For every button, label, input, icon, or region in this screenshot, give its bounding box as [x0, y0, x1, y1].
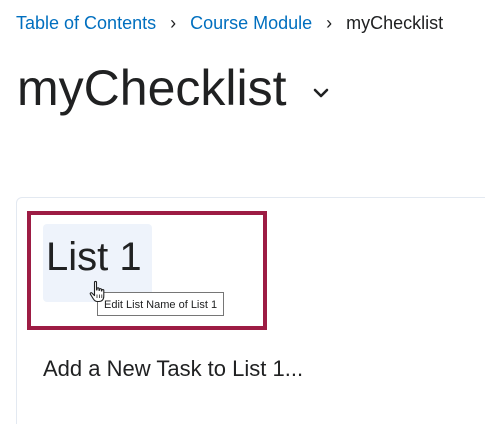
breadcrumb-current: myChecklist — [346, 13, 444, 33]
breadcrumb-separator-icon: › — [326, 13, 333, 33]
breadcrumb-course-module[interactable]: Course Module — [190, 13, 312, 34]
breadcrumb: Table of Contents › Course Module › myCh… — [16, 13, 443, 34]
add-task-link[interactable]: Add a New Task to List 1... — [43, 354, 303, 384]
chevron-down-icon[interactable] — [312, 84, 330, 102]
checklist-page: Table of Contents › Course Module › myCh… — [0, 0, 485, 424]
breadcrumb-separator-icon: › — [170, 13, 177, 33]
page-title: myChecklist — [17, 60, 287, 116]
tooltip: Edit List Name of List 1 — [97, 292, 225, 316]
breadcrumb-table-of-contents[interactable]: Table of Contents — [16, 13, 156, 34]
title-row: myChecklist — [17, 54, 330, 122]
hand-pointer-icon — [88, 280, 108, 304]
list-name: List 1 — [46, 235, 142, 279]
